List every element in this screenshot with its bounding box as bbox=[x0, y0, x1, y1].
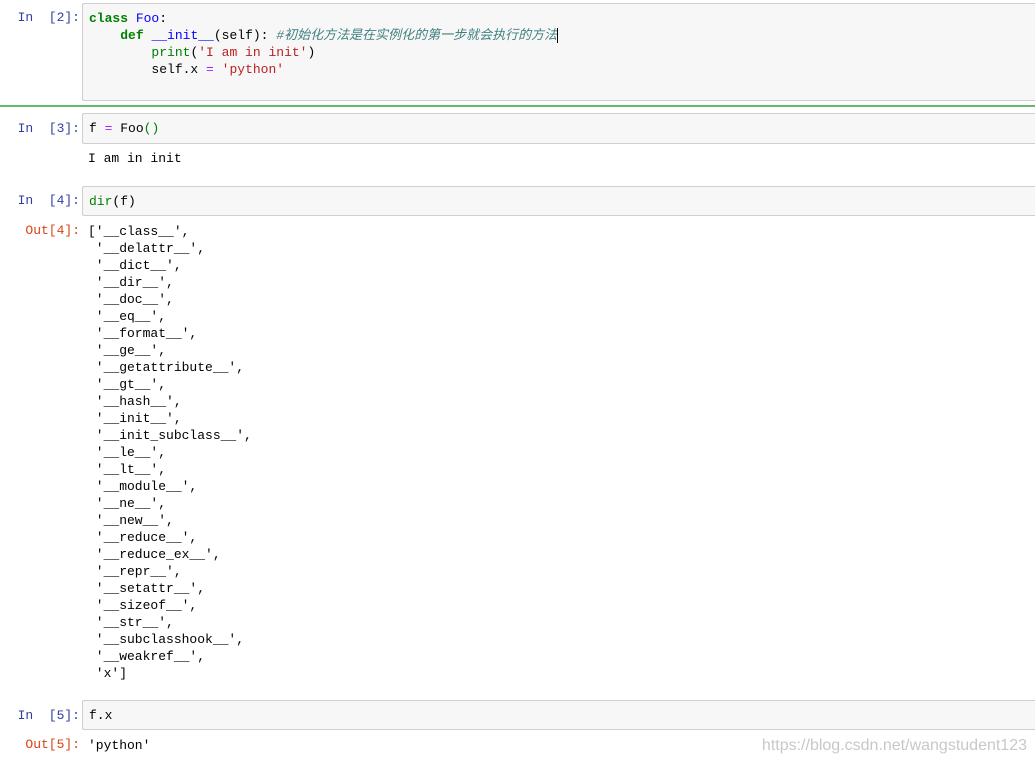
input-prompt: In [3]: bbox=[17, 121, 80, 136]
builtin-function: print bbox=[151, 45, 191, 60]
function-args: (f) bbox=[112, 194, 136, 209]
code-editor[interactable]: dir(f) bbox=[82, 186, 1035, 216]
colon: : bbox=[159, 11, 168, 26]
output-line: '__ge__', bbox=[88, 343, 167, 358]
code-editor[interactable]: f = Foo() bbox=[82, 113, 1035, 144]
output-line: '__doc__', bbox=[88, 292, 174, 307]
code-line: f = Foo() bbox=[89, 120, 1035, 137]
operator: = bbox=[206, 62, 214, 77]
output-line: '__hash__', bbox=[88, 394, 182, 409]
output-line: '__reduce__', bbox=[88, 530, 198, 545]
output-line: 'x'] bbox=[88, 666, 128, 681]
output-line: '__weakref__', bbox=[88, 649, 206, 664]
output-line: ['__class__', bbox=[88, 224, 190, 239]
output-line: '__eq__', bbox=[88, 309, 167, 324]
call-parens: () bbox=[143, 121, 160, 136]
attribute: self.x bbox=[151, 62, 199, 77]
output-line: '__subclasshook__', bbox=[88, 632, 245, 647]
output-prompt: Out[5]: bbox=[25, 737, 80, 752]
output-line: '__lt__', bbox=[88, 462, 167, 477]
code-editor[interactable]: class Foo: def __init__(self): #初始化方法是在实… bbox=[82, 3, 1035, 101]
code-line: print('I am in init') bbox=[89, 44, 1035, 61]
output-line: '__reduce_ex__', bbox=[88, 547, 221, 562]
code-line: def __init__(self): #初始化方法是在实例化的第一步就会执行的… bbox=[89, 27, 1035, 44]
paren-close: ) bbox=[307, 45, 316, 60]
keyword: def bbox=[120, 28, 144, 43]
output-line: '__dict__', bbox=[88, 258, 182, 273]
output-line: '__sizeof__', bbox=[88, 598, 198, 613]
selected-cell-indicator bbox=[0, 105, 1035, 107]
text-cursor bbox=[557, 28, 559, 44]
watermark: https://blog.csdn.net/wangstudent123 bbox=[761, 737, 1027, 754]
function-name: __init__ bbox=[151, 28, 214, 43]
output-line: '__setattr__', bbox=[88, 581, 206, 596]
code-editor[interactable]: f.x bbox=[82, 700, 1035, 730]
output-line: '__getattribute__', bbox=[88, 360, 245, 375]
string-literal: 'python' bbox=[221, 62, 285, 77]
input-prompt: In [5]: bbox=[17, 708, 80, 723]
builtin-function: dir bbox=[89, 194, 113, 209]
output-area: ['__class__', '__delattr__', '__dict__',… bbox=[88, 223, 1035, 682]
input-prompt: In [2]: bbox=[17, 10, 80, 25]
variable: f bbox=[89, 121, 97, 136]
class-call: Foo bbox=[120, 121, 144, 136]
output-line: '__delattr__', bbox=[88, 241, 206, 256]
class-name: Foo bbox=[135, 11, 160, 26]
keyword: class bbox=[89, 11, 129, 26]
output-prompt: Out[4]: bbox=[25, 223, 80, 238]
code-line: self.x = 'python' bbox=[89, 61, 1035, 78]
output-line: '__str__', bbox=[88, 615, 174, 630]
output-line: '__module__', bbox=[88, 479, 198, 494]
stdout-area: I am in init bbox=[88, 150, 1035, 167]
output-line: '__init__', bbox=[88, 411, 182, 426]
function-args: (self): bbox=[213, 28, 269, 43]
output-line: '__repr__', bbox=[88, 564, 182, 579]
output-line: '__dir__', bbox=[88, 275, 174, 290]
code-cell-3[interactable]: In [3]: f = Foo() I am in init bbox=[0, 113, 1035, 173]
code-cell-2[interactable]: In [2]: class Foo: def __init__(self): #… bbox=[0, 0, 1035, 104]
input-prompt: In [4]: bbox=[17, 193, 80, 208]
code-line: class Foo: bbox=[89, 10, 1035, 27]
code-cell-4[interactable]: In [4]: dir(f) Out[4]: ['__class__', '__… bbox=[0, 186, 1035, 686]
output-line: '__format__', bbox=[88, 326, 198, 341]
output-line: '__new__', bbox=[88, 513, 174, 528]
output-line: '__init_subclass__', bbox=[88, 428, 252, 443]
output-line: '__ne__', bbox=[88, 496, 167, 511]
stdout-line: I am in init bbox=[88, 151, 182, 166]
string-literal: 'I am in init' bbox=[198, 45, 308, 60]
output-line: '__gt__', bbox=[88, 377, 167, 392]
code-line: dir(f) bbox=[89, 193, 1035, 210]
output-line: '__le__', bbox=[88, 445, 167, 460]
code-line: f.x bbox=[89, 708, 113, 723]
code-comment: #初始化方法是在实例化的第一步就会执行的方法 bbox=[276, 28, 558, 43]
